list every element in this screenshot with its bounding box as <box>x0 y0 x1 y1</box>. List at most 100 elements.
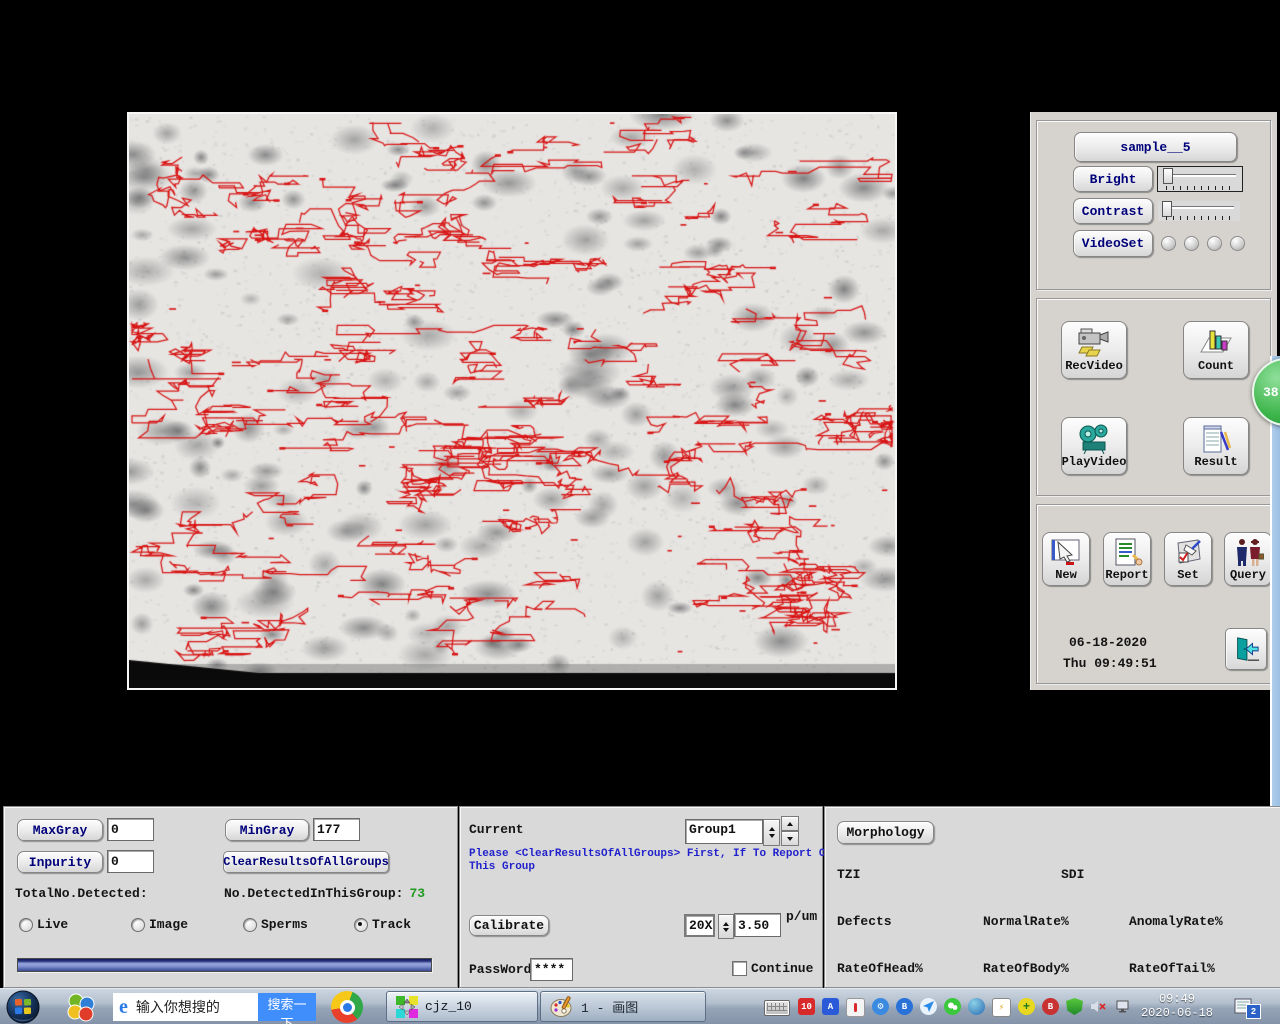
tray-wechat-icon[interactable] <box>944 998 961 1015</box>
tray-b-circle-icon[interactable]: B <box>896 998 913 1015</box>
tray-paper-plane-icon[interactable] <box>920 998 937 1015</box>
tray-gear-icon[interactable]: ⚙ <box>872 998 889 1015</box>
set-button[interactable]: Set <box>1164 532 1212 586</box>
query-button[interactable]: Query <box>1224 532 1272 586</box>
inpurity-input[interactable] <box>107 850 154 873</box>
playvideo-button[interactable]: PlayVideo <box>1061 417 1127 475</box>
tray-10-icon[interactable]: 10 <box>798 998 815 1015</box>
taskbar: e 搜索一下 cjz_10 <box>0 988 1280 1024</box>
exit-button[interactable] <box>1225 628 1267 670</box>
contrast-button[interactable]: Contrast <box>1073 198 1153 224</box>
sample-button[interactable]: sample__5 <box>1074 132 1237 162</box>
tray-speaker-muted-icon[interactable] <box>1090 998 1107 1015</box>
count-label: Count <box>1198 359 1234 373</box>
taskbar-app-cjz[interactable]: cjz_10 <box>386 991 538 1022</box>
contrast-slider-handle[interactable] <box>1162 201 1172 217</box>
maxgray-label: MaxGray <box>33 823 88 838</box>
count-button[interactable]: Count <box>1183 321 1249 379</box>
sdi-label: SDI <box>1061 867 1084 882</box>
report-document-icon <box>1111 537 1143 567</box>
group-spinner[interactable] <box>763 819 780 846</box>
body-rate-label: RateOfBody% <box>983 961 1069 976</box>
magnification-box[interactable]: 20X <box>684 914 715 937</box>
video-indicator-3[interactable] <box>1207 236 1222 251</box>
start-button[interactable] <box>6 990 40 1024</box>
language-keyboard-icon[interactable] <box>764 1000 790 1016</box>
continue-option[interactable]: Continue <box>732 961 813 976</box>
tray-plus-icon[interactable]: + <box>1018 998 1035 1015</box>
calibrate-button[interactable]: Calibrate <box>469 915 549 936</box>
clear-warning-line1: Please <ClearResultsOfAllGroups> First, … <box>469 848 845 860</box>
scale-unit-label: p/um <box>786 909 817 924</box>
pinwheel-icon <box>66 992 96 1022</box>
morphology-button[interactable]: Morphology <box>837 821 934 844</box>
report-button[interactable]: Report <box>1103 532 1151 586</box>
tray-notes-icon[interactable]: ⚡ <box>992 998 1011 1017</box>
bright-slider[interactable] <box>1157 166 1243 192</box>
notification-area-icon[interactable]: 2 <box>1233 995 1261 1019</box>
query-label: Query <box>1230 568 1266 582</box>
bright-button[interactable]: Bright <box>1073 166 1153 192</box>
mingray-button[interactable]: MinGray <box>225 819 309 841</box>
radio-track-circle[interactable] <box>354 918 368 932</box>
mag-spin-down-icon[interactable] <box>723 928 729 932</box>
inpurity-button[interactable]: Inpurity <box>17 851 103 873</box>
radio-sperms-circle[interactable] <box>243 918 257 932</box>
radio-image-circle[interactable] <box>131 918 145 932</box>
group-down-button[interactable] <box>781 831 799 846</box>
tray-network-icon[interactable] <box>1114 998 1131 1015</box>
mingray-input[interactable] <box>313 818 360 841</box>
chrome-launcher[interactable] <box>331 991 363 1023</box>
anomaly-rate-label: AnomalyRate% <box>1129 914 1223 929</box>
group-up-button[interactable] <box>781 816 799 831</box>
morphology-panel: Morphology TZI SDI Defects NormalRate% A… <box>824 806 1280 988</box>
search-go-button[interactable]: 搜索一下 <box>258 993 316 1021</box>
radio-live[interactable]: Live <box>19 917 68 932</box>
tray-shield-icon[interactable] <box>1066 998 1083 1015</box>
browser-pinwheel-launcher[interactable] <box>66 992 96 1022</box>
taskbar-search-box[interactable]: e <box>113 993 258 1021</box>
result-button[interactable]: Result <box>1183 417 1249 475</box>
contrast-slider-track <box>1164 206 1234 209</box>
video-indicator-2[interactable] <box>1184 236 1199 251</box>
maxgray-input[interactable] <box>107 818 154 841</box>
mode-radios: Live Image Sperms Track <box>19 917 439 933</box>
tray-red-b-icon[interactable]: B <box>1042 998 1059 1015</box>
video-indicator-4[interactable] <box>1230 236 1245 251</box>
radio-track-label: Track <box>372 917 411 932</box>
magnification-spinner[interactable] <box>718 914 734 939</box>
sample-button-label: sample__5 <box>1120 140 1190 155</box>
desktop: { "overlay": { "badge": "38" }, "right_p… <box>0 0 1280 1024</box>
videoset-button[interactable]: VideoSet <box>1073 230 1153 257</box>
group-combo[interactable]: Group1 <box>685 819 763 844</box>
scale-input[interactable] <box>734 913 781 937</box>
radio-track[interactable]: Track <box>354 917 411 932</box>
group-up-icon <box>787 822 793 826</box>
mag-spin-up-icon[interactable] <box>723 922 729 926</box>
normal-rate-label: NormalRate% <box>983 914 1069 929</box>
report-label: Report <box>1105 568 1148 582</box>
new-button[interactable]: New <box>1042 532 1090 586</box>
group-spin-up-icon[interactable] <box>769 827 775 831</box>
recvideo-button[interactable]: RecVideo <box>1061 321 1127 379</box>
radio-live-circle[interactable] <box>19 918 33 932</box>
radio-sperms[interactable]: Sperms <box>243 917 308 932</box>
tray-a-icon[interactable]: A <box>822 998 839 1015</box>
taskbar-app-paint[interactable]: 1 - 画图 <box>540 991 706 1022</box>
file-group: New Report Set <box>1036 504 1271 684</box>
maxgray-button[interactable]: MaxGray <box>17 819 103 841</box>
total-detected-label: TotalNo.Detected: <box>15 886 148 901</box>
group-spin-down-icon[interactable] <box>769 834 775 838</box>
group-combo-value: Group1 <box>689 822 736 837</box>
contrast-slider[interactable] <box>1158 201 1240 221</box>
search-input[interactable] <box>134 998 248 1016</box>
clear-results-button[interactable]: ClearResultsOfAllGroups <box>223 851 389 873</box>
tray-clock[interactable]: 09:49 2020-06-18 <box>1137 992 1217 1020</box>
tray-thermometer-icon[interactable] <box>846 998 865 1017</box>
tray-globe-icon[interactable] <box>968 998 985 1015</box>
radio-image[interactable]: Image <box>131 917 188 932</box>
password-input[interactable] <box>530 958 573 981</box>
continue-checkbox[interactable] <box>732 961 747 976</box>
video-indicator-1[interactable] <box>1161 236 1176 251</box>
bright-slider-handle[interactable] <box>1163 168 1173 184</box>
